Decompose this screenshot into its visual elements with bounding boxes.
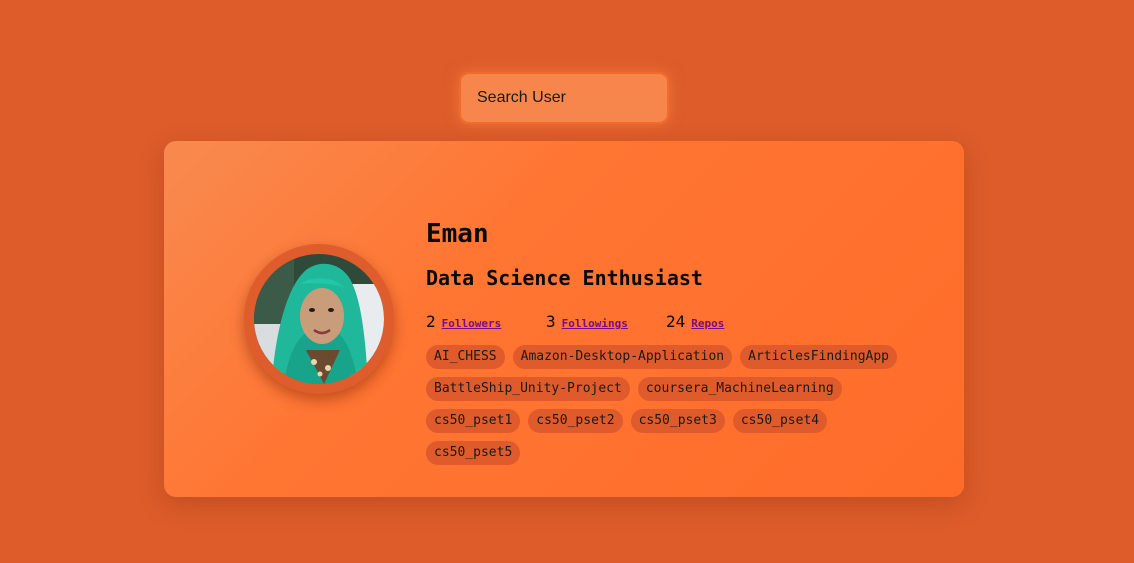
profile-info: Eman Data Science Enthusiast 2 Followers… (426, 219, 926, 466)
repo-chip[interactable]: ArticlesFindingApp (740, 345, 898, 370)
repo-chip[interactable]: Amazon-Desktop-Application (512, 345, 733, 370)
repo-chip[interactable]: BattleShip_Unity-Project (426, 377, 630, 402)
repos-count: 24 (666, 312, 686, 332)
repos-stat: 24 Repos (666, 312, 786, 331)
search-user-input[interactable] (459, 72, 669, 124)
followings-stat: 3 Followings (546, 312, 666, 331)
followers-link[interactable]: Followers (442, 317, 502, 330)
user-stats: 2 Followers 3 Followings 24 Repos (426, 312, 926, 331)
followings-link[interactable]: Followings (562, 317, 628, 330)
repo-chip[interactable]: cs50_pset3 (630, 409, 725, 434)
followings-count: 3 (546, 312, 556, 332)
repo-chip[interactable]: cs50_pset5 (426, 441, 521, 466)
repo-chip[interactable]: AI_CHESS (426, 345, 505, 370)
repo-chip[interactable]: cs50_pset4 (732, 409, 828, 434)
user-name: Eman (426, 219, 489, 249)
avatar-image (254, 254, 384, 384)
user-bio: Data Science Enthusiast (426, 266, 703, 291)
repo-list: AI_CHESS Amazon-Desktop-Application Arti… (426, 345, 926, 466)
repo-chip[interactable]: cs50_pset1 (426, 409, 521, 434)
followers-stat: 2 Followers (426, 312, 546, 331)
avatar-frame (244, 244, 394, 394)
followers-count: 2 (426, 312, 436, 332)
repo-chip[interactable]: cs50_pset2 (528, 409, 623, 434)
avatar (254, 254, 384, 384)
repos-link[interactable]: Repos (691, 317, 724, 330)
search-bar (459, 72, 669, 124)
repo-chip[interactable]: coursera_MachineLearning (637, 377, 842, 402)
user-profile-card: Eman Data Science Enthusiast 2 Followers… (164, 141, 964, 497)
